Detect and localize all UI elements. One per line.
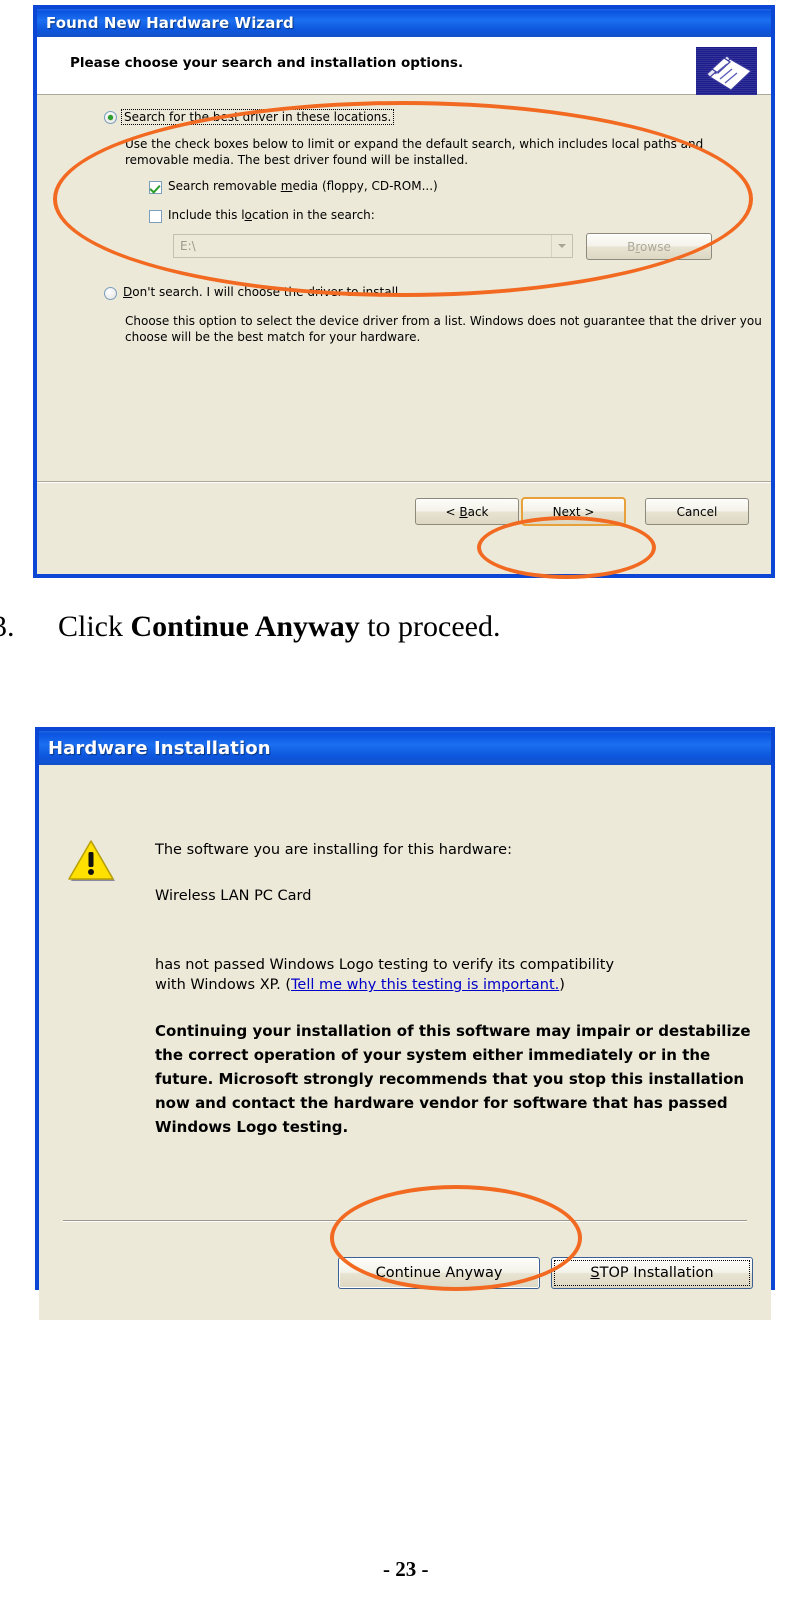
wizard-header: Please choose your search and installati… (37, 37, 771, 99)
hardware-device-name: Wireless LAN PC Card (155, 888, 312, 904)
radio-dont-search[interactable]: Don't search. I will choose the driver t… (104, 285, 402, 300)
cancel-button[interactable]: Cancel (645, 498, 749, 525)
hardware-logo-test-text: has not passed Windows Logo testing to v… (155, 955, 745, 995)
hardware-separator (63, 1220, 747, 1221)
step-instruction: 3. Click Continue Anyway to proceed. (0, 610, 501, 644)
browse-button-label: Browse (627, 239, 671, 254)
next-button[interactable]: Next > (521, 497, 626, 526)
wizard-footer: < Back Next > Cancel (37, 481, 771, 541)
back-button-label: < Back (445, 504, 489, 519)
back-button[interactable]: < Back (415, 498, 519, 525)
checkbox-search-removable-media[interactable]: Search removable media (floppy, CD-ROM..… (149, 179, 438, 194)
checkbox-search-removable-media-label: Search removable media (floppy, CD-ROM..… (168, 179, 438, 193)
hardware-logo-test-line2: with Windows XP. ( (155, 977, 292, 993)
hardware-title: Hardware Installation (48, 737, 271, 759)
location-combobox[interactable]: E:\ (173, 234, 573, 258)
page-number: - 23 - (383, 1557, 429, 1581)
stop-installation-button-label: STOP Installation (590, 1265, 714, 1281)
hardware-body: The software you are installing for this… (39, 765, 771, 1320)
radio-dont-search-indicator[interactable] (104, 287, 117, 300)
continue-anyway-button[interactable]: Continue Anyway (338, 1257, 540, 1289)
cancel-button-label: Cancel (676, 504, 718, 519)
step-bold-action: Continue Anyway (130, 610, 360, 643)
wizard-header-title: Please choose your search and installati… (70, 55, 464, 71)
stop-installation-button-focus-ring: STOP Installation (554, 1260, 750, 1286)
location-combobox-value: E:\ (180, 239, 196, 253)
hardware-logo-test-line3: ) (559, 977, 565, 993)
radio-search-best-driver[interactable]: Search for the best driver in these loca… (104, 109, 395, 125)
search-option-description: Use the check boxes below to limit or ex… (125, 137, 704, 167)
step-prefix: Click (58, 610, 131, 643)
hardware-titlebar: Hardware Installation (39, 731, 771, 765)
checkbox-include-location[interactable]: Include this location in the search: (149, 208, 375, 223)
tell-me-why-link[interactable]: Tell me why this testing is important. (291, 977, 559, 993)
hardware-wizard-icon (696, 47, 757, 99)
wizard-body: Search for the best driver in these loca… (37, 95, 771, 481)
step-number: 3. (0, 610, 15, 643)
hardware-installation-dialog: Hardware Installation The software you a… (35, 727, 775, 1320)
radio-search-best-driver-indicator[interactable] (104, 111, 117, 124)
step-suffix: to proceed. (359, 610, 501, 643)
hardware-line-1: The software you are installing for this… (155, 842, 512, 858)
found-new-hardware-wizard-dialog: Found New Hardware Wizard Please choose … (33, 5, 775, 578)
stop-installation-button[interactable]: STOP Installation (551, 1257, 753, 1289)
hardware-warning-paragraph: Continuing your installation of this sof… (155, 1022, 751, 1136)
radio-dont-search-label: Don't search. I will choose the driver t… (123, 285, 403, 299)
hardware-logo-test-line1: has not passed Windows Logo testing to v… (155, 957, 615, 973)
wizard-titlebar: Found New Hardware Wizard (37, 9, 771, 37)
checkbox-include-location-indicator[interactable] (149, 210, 162, 223)
chevron-down-icon[interactable] (551, 235, 572, 257)
next-button-label: Next > (552, 504, 595, 519)
wizard-title: Found New Hardware Wizard (46, 14, 294, 32)
checkbox-search-removable-media-indicator[interactable] (149, 181, 162, 194)
dont-search-option-description: Choose this option to select the device … (125, 314, 762, 344)
checkbox-include-location-label: Include this location in the search: (168, 208, 375, 222)
continue-anyway-button-label: Continue Anyway (375, 1265, 503, 1281)
browse-button[interactable]: Browse (586, 233, 712, 260)
radio-search-best-driver-label: Search for the best driver in these loca… (121, 109, 395, 125)
warning-triangle-icon (67, 838, 115, 882)
